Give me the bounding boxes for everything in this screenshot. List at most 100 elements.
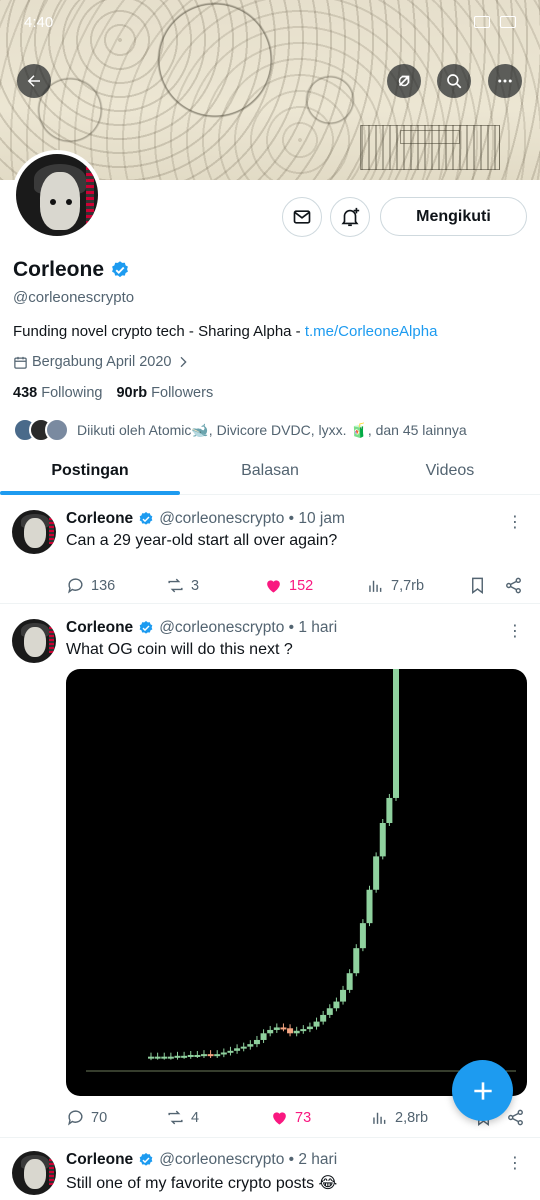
follow-stats: 438 Following 90rb Followers <box>13 385 213 401</box>
candle-body <box>393 669 399 798</box>
repost-button[interactable]: 3 <box>166 576 264 595</box>
calendar-icon <box>14 356 27 369</box>
post-image-chart[interactable] <box>66 669 527 1096</box>
bio-link[interactable]: t.me/CorleoneAlpha <box>305 323 438 340</box>
view-count: 2,8rb <box>395 1109 429 1126</box>
tab-videos[interactable]: Videos <box>360 447 540 494</box>
candle-body <box>386 797 393 823</box>
grok-button[interactable] <box>387 64 421 98</box>
candlestick-chart <box>86 669 516 1072</box>
verified-badge-icon[interactable] <box>110 260 130 280</box>
heart-filled-icon <box>267 580 280 593</box>
candle-body <box>366 889 373 924</box>
post-actions: 136 3 152 7,7rb <box>66 576 536 595</box>
compose-button[interactable] <box>452 1060 513 1121</box>
bell-plus-icon <box>341 207 360 227</box>
candle-body <box>200 1054 207 1057</box>
post-author-name[interactable]: Corleone <box>66 1151 133 1169</box>
plus-icon <box>473 1081 492 1100</box>
following-button[interactable]: Mengikuti <box>380 197 527 236</box>
notifications-button[interactable] <box>330 197 370 237</box>
repost-icon <box>168 1110 183 1125</box>
candle-body <box>313 1021 320 1027</box>
like-count: 152 <box>289 577 314 594</box>
candle-body <box>373 856 380 890</box>
post-more-icon[interactable]: ⋮ <box>507 512 523 532</box>
like-button[interactable]: 152 <box>264 576 366 595</box>
post-avatar[interactable] <box>12 510 56 554</box>
candle-body <box>154 1056 161 1059</box>
candle-body <box>148 1056 154 1059</box>
like-button[interactable]: 73 <box>270 1108 370 1127</box>
more-options-button[interactable] <box>488 64 522 98</box>
profile-name: Corleone <box>13 258 105 281</box>
repost-button[interactable]: 4 <box>166 1108 270 1127</box>
bookmark-button[interactable] <box>468 576 504 595</box>
post-header: Corleone @corleonescrypto • 2 hari <box>66 1151 337 1169</box>
verified-badge-icon <box>139 621 153 634</box>
post-item[interactable]: Corleone @corleonescrypto • 1 hari ⋮ Wha… <box>0 605 540 1138</box>
view-count: 7,7rb <box>391 577 425 594</box>
views-button[interactable]: 7,7rb <box>366 576 468 595</box>
status-bar: 4:40 <box>0 0 540 44</box>
post-text: Still one of my favorite crypto posts 😂 <box>66 1175 338 1192</box>
post-author-name[interactable]: Corleone <box>66 619 133 637</box>
followed-by-row[interactable]: Diikuti oleh Atomic🐋, Divicore DVDC, lyx… <box>13 418 467 442</box>
reply-button[interactable]: 136 <box>66 576 166 595</box>
post-header: Corleone @corleonescrypto • 10 jam <box>66 510 345 528</box>
message-button[interactable] <box>282 197 322 237</box>
back-button[interactable] <box>17 64 51 98</box>
post-item[interactable]: Corleone @corleonescrypto • 10 jam ⋮ Can… <box>0 496 540 604</box>
views-button[interactable]: 2,8rb <box>370 1108 474 1127</box>
candle-body <box>260 1033 267 1040</box>
post-avatar[interactable] <box>12 619 56 663</box>
follower-avatar <box>45 418 69 442</box>
post-avatar[interactable] <box>12 1151 56 1195</box>
post-author-name[interactable]: Corleone <box>66 510 133 528</box>
profile-tabs: Postingan Balasan Videos <box>0 447 540 495</box>
battery-icon <box>500 16 516 28</box>
post-more-icon[interactable]: ⋮ <box>507 621 523 641</box>
candle-body <box>280 1027 287 1030</box>
candle-body <box>379 823 386 857</box>
candle-body <box>267 1029 274 1034</box>
candle-body <box>293 1030 300 1034</box>
search-icon <box>447 74 462 89</box>
post-item[interactable]: Corleone @corleonescrypto • 2 hari ⋮ Sti… <box>0 1139 540 1200</box>
candle-body <box>253 1039 260 1045</box>
status-time: 4:40 <box>24 13 54 31</box>
post-text: What OG coin will do this next ? <box>66 641 293 658</box>
tab-replies[interactable]: Balasan <box>180 447 360 494</box>
candle-body <box>227 1050 234 1053</box>
profile-handle: @corleonescrypto <box>13 289 135 306</box>
candle-body <box>300 1029 307 1032</box>
candle-body <box>161 1056 168 1059</box>
post-meta: @corleonescrypto • 10 jam <box>159 510 345 527</box>
joined-date-row[interactable]: Bergabung April 2020 <box>13 354 191 370</box>
follower-avatars <box>13 418 69 442</box>
followers-stat[interactable]: 90rb Followers <box>116 385 213 401</box>
following-stat[interactable]: 438 Following <box>13 385 102 401</box>
candle-body <box>194 1054 201 1057</box>
candle-body <box>346 973 353 990</box>
search-button[interactable] <box>437 64 471 98</box>
like-count: 73 <box>295 1109 312 1126</box>
tab-posts[interactable]: Postingan <box>0 447 180 495</box>
candle-body <box>353 948 360 974</box>
candle-body <box>240 1046 247 1049</box>
post-text: Can a 29 year-old start all over again? <box>66 532 338 549</box>
repost-icon <box>168 578 183 593</box>
reply-icon <box>68 578 83 594</box>
views-chart-icon <box>369 580 382 592</box>
post-more-icon[interactable]: ⋮ <box>507 1153 523 1173</box>
post-meta: @corleonescrypto • 2 hari <box>159 1151 338 1168</box>
reply-button[interactable]: 70 <box>66 1108 166 1127</box>
share-button[interactable] <box>506 1108 525 1127</box>
candle-body <box>214 1054 221 1057</box>
share-button[interactable] <box>504 576 523 595</box>
profile-avatar[interactable] <box>12 150 102 240</box>
reply-count: 136 <box>91 577 116 594</box>
candle-body <box>181 1055 188 1058</box>
verified-badge-icon <box>139 1153 153 1166</box>
share-icon <box>506 577 521 594</box>
